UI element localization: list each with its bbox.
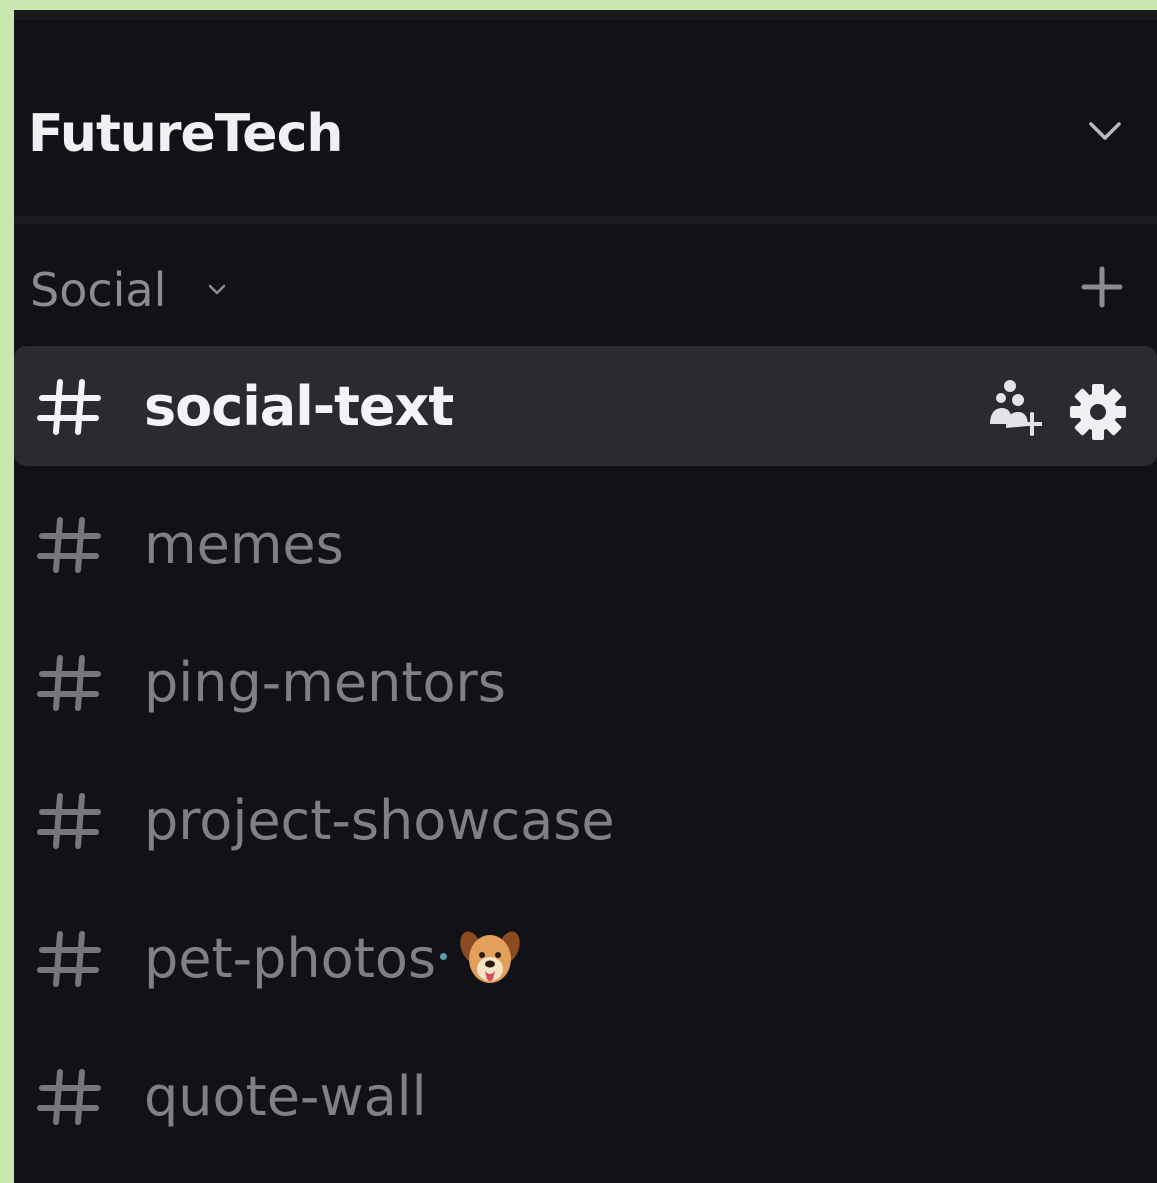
top-edge xyxy=(14,10,1157,20)
channel-pet-photos[interactable]: pet-photos xyxy=(14,898,1157,1018)
channel-quote-wall[interactable]: quote-wall xyxy=(14,1036,1157,1156)
channel-label: pet-photos xyxy=(144,927,437,990)
category-label: Social xyxy=(30,263,167,317)
add-member-icon[interactable] xyxy=(988,378,1042,436)
channel-ping-mentors[interactable]: ping-mentors xyxy=(14,622,1157,742)
hash-icon xyxy=(37,1069,101,1125)
plus-icon[interactable] xyxy=(1079,264,1125,310)
channel-label: memes xyxy=(144,513,344,576)
separator-dot xyxy=(440,952,448,960)
dog-face-emoji-icon xyxy=(460,931,520,984)
channel-label: quote-wall xyxy=(144,1065,427,1128)
server-header[interactable]: FutureTech xyxy=(14,20,1157,220)
channel-sidebar: FutureTech Social social-text memes ping… xyxy=(14,10,1157,1183)
channel-label: project-showcase xyxy=(144,789,615,852)
header-divider xyxy=(14,216,1157,224)
hash-icon xyxy=(37,931,101,987)
channel-social-text[interactable]: social-text xyxy=(14,346,1157,466)
hash-icon xyxy=(37,655,101,711)
chevron-down-icon[interactable] xyxy=(1083,110,1127,154)
hash-icon xyxy=(37,379,101,435)
gear-icon[interactable] xyxy=(1068,382,1128,442)
channel-label-row: pet-photos xyxy=(144,926,521,993)
channel-label: ping-mentors xyxy=(144,651,506,714)
server-name: FutureTech xyxy=(28,104,343,164)
channel-project-showcase[interactable]: project-showcase xyxy=(14,760,1157,880)
category-social[interactable]: Social xyxy=(14,260,1157,320)
hash-icon xyxy=(37,517,101,573)
channel-label: social-text xyxy=(144,375,454,438)
chevron-down-icon xyxy=(208,284,226,295)
channel-memes[interactable]: memes xyxy=(14,484,1157,604)
hash-icon xyxy=(37,793,101,849)
